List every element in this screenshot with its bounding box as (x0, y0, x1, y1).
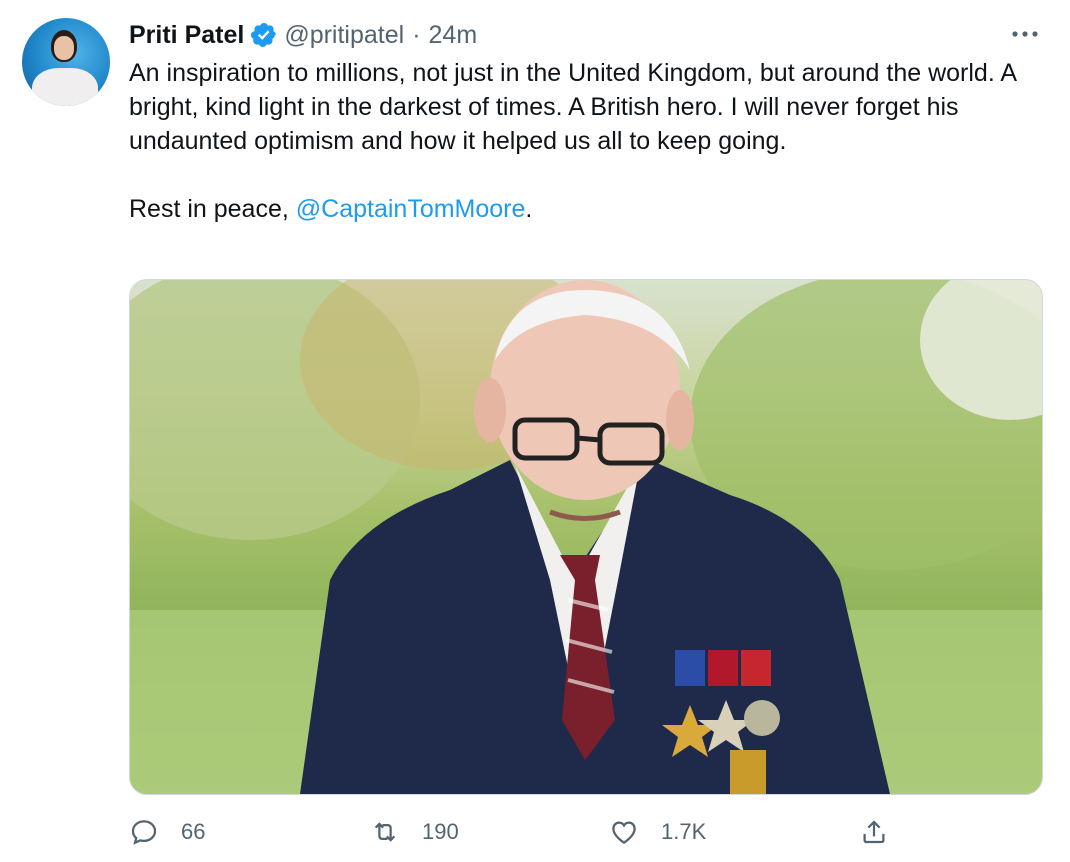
share-icon (863, 820, 885, 844)
author-handle[interactable]: @pritipatel (284, 21, 404, 50)
tweet-paragraph: An inspiration to millions, not just in … (129, 59, 1016, 155)
tweet-text: An inspiration to millions, not just in … (129, 56, 1049, 226)
share-button[interactable] (859, 810, 911, 854)
author-name[interactable]: Priti Patel (129, 21, 244, 50)
retweet-icon (374, 822, 396, 842)
separator: · (412, 20, 421, 49)
tweet-header: Priti Patel @pritipatel · 24m (129, 18, 477, 52)
avatar-body (32, 68, 98, 106)
like-count: 1.7K (661, 819, 707, 844)
tweet-text-suffix: . (525, 195, 533, 223)
mention-link[interactable]: @CaptainTomMoore (296, 195, 526, 223)
verified-badge-icon (250, 21, 278, 49)
reply-button[interactable]: 66 (129, 810, 205, 854)
tweet-paragraph: Rest in peace, @CaptainTomMoore. (129, 192, 1049, 226)
avatar[interactable] (22, 18, 110, 106)
reply-icon (131, 820, 157, 845)
retweet-button[interactable]: 190 (370, 810, 459, 854)
more-icon[interactable] (1010, 22, 1040, 46)
like-button[interactable]: 1.7K (609, 810, 706, 854)
retweet-count: 190 (422, 819, 459, 844)
heart-icon (612, 821, 636, 844)
timestamp[interactable]: 24m (429, 21, 478, 50)
tweet-text-prefix: Rest in peace, (129, 195, 296, 223)
reply-count: 66 (181, 819, 206, 844)
avatar-face (54, 36, 74, 60)
tweet-photo[interactable] (129, 279, 1043, 795)
tweet-actions: 66 190 1.7K (129, 810, 1041, 854)
